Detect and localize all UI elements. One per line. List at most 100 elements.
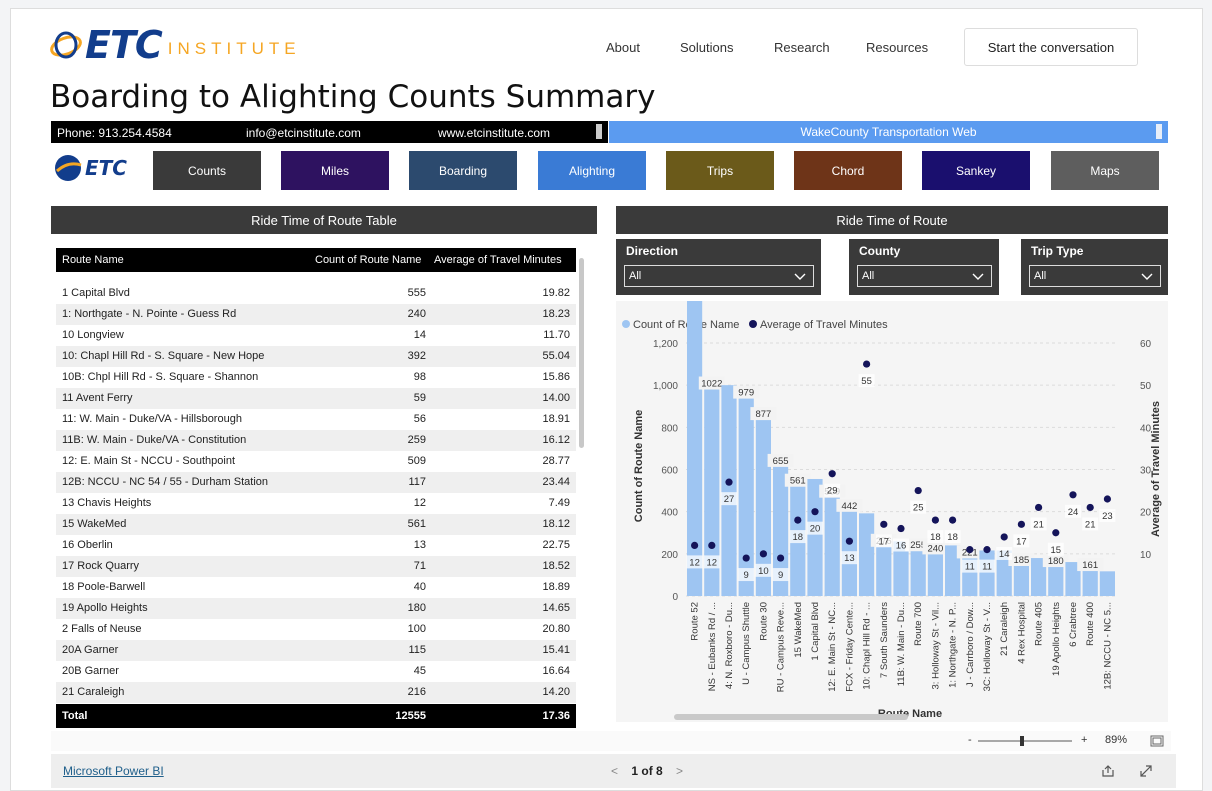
- table-row[interactable]: 17 Rock Quarry 71 18.52: [56, 556, 576, 577]
- wake-transportation-banner[interactable]: WakeCounty Transportation Web: [609, 121, 1168, 143]
- direction-dropdown[interactable]: All: [624, 265, 814, 287]
- col-route-name[interactable]: Route Name: [62, 254, 124, 266]
- contact-web[interactable]: www.etcinstitute.com: [438, 126, 550, 140]
- table-row[interactable]: 1 Capital Blvd 555 19.82: [56, 283, 576, 304]
- nav-button-chord[interactable]: Chord: [794, 151, 902, 190]
- route-name-cell: 10: Chapl Hill Rd - S. Square - New Hope: [62, 350, 265, 362]
- fullscreen-icon[interactable]: [1139, 764, 1153, 778]
- ride-time-chart[interactable]: Count of Route Name Average of Travel Min…: [616, 301, 1168, 722]
- nav-about[interactable]: About: [606, 40, 640, 55]
- nav-button-maps[interactable]: Maps: [1051, 151, 1159, 190]
- dot: [1069, 491, 1077, 499]
- dot: [863, 360, 871, 368]
- table-row[interactable]: 2 Falls of Neuse 100 20.80: [56, 619, 576, 640]
- y-tick-label: 1,000: [653, 381, 678, 392]
- dot-data-label: 21: [1033, 519, 1044, 530]
- route-name-cell: 12: E. Main St - NCCU - Southpoint: [62, 455, 236, 467]
- route-name-cell: 11: W. Main - Duke/VA - Hillsborough: [62, 413, 242, 425]
- microsoft-power-bi-link[interactable]: Microsoft Power BI: [63, 764, 164, 778]
- count-cell: 115: [408, 644, 426, 656]
- x-tick-label: 15 WakeMed: [793, 602, 804, 658]
- nav-resources[interactable]: Resources: [866, 40, 928, 55]
- avg-minutes-cell: 14.20: [542, 686, 570, 698]
- table-row[interactable]: 10 Longview 14 11.70: [56, 325, 576, 346]
- contact-email[interactable]: info@etcinstitute.com: [246, 126, 361, 140]
- avg-minutes-cell: 18.89: [542, 581, 570, 593]
- dot: [966, 546, 974, 554]
- scrollbar[interactable]: [596, 124, 602, 139]
- table-row[interactable]: 1: Northgate - N. Pointe - Guess Rd 240 18…: [56, 304, 576, 325]
- etc-small-logo[interactable]: ETC: [53, 151, 127, 185]
- x-tick-label: J - Carrboro / Dow...: [965, 602, 976, 687]
- route-name-cell: 10B: Chpl Hill Rd - S. Square - Shannon: [62, 371, 259, 383]
- x-tick-label: Route 400: [1085, 602, 1096, 646]
- table-row[interactable]: 20A Garner 115 15.41: [56, 640, 576, 661]
- share-icon[interactable]: [1101, 764, 1115, 778]
- small-logo-text: ETC: [85, 156, 127, 180]
- nav-button-trips[interactable]: Trips: [666, 151, 774, 190]
- avg-minutes-cell: 11.70: [543, 329, 570, 341]
- nav-button-sankey[interactable]: Sankey: [922, 151, 1030, 190]
- bar: [721, 385, 737, 596]
- nav-research[interactable]: Research: [774, 40, 830, 55]
- bar: [979, 550, 995, 596]
- zoom-in-button[interactable]: +: [1081, 734, 1087, 746]
- nav-button-miles[interactable]: Miles: [281, 151, 389, 190]
- trip-type-label: Trip Type: [1031, 244, 1084, 258]
- x-tick-label: 3C: Holloway St - V...: [982, 602, 993, 691]
- dot: [845, 537, 853, 545]
- zoom-out-button[interactable]: -: [968, 734, 972, 746]
- powerbi-footer: Microsoft Power BI < 1 of 8 >: [51, 754, 1176, 788]
- scrollbar[interactable]: [1156, 124, 1162, 139]
- table-row[interactable]: 12: E. Main St - NCCU - Southpoint 509 28.…: [56, 451, 576, 472]
- chart-horizontal-scrollbar[interactable]: [674, 714, 908, 720]
- nav-button-alighting[interactable]: Alighting: [538, 151, 646, 190]
- bar-data-label: 561: [790, 476, 806, 487]
- avg-minutes-cell: 18.12: [542, 518, 570, 530]
- table-row[interactable]: 15 WakeMed 561 18.12: [56, 514, 576, 535]
- site-navbar: ETC INSTITUTE About Solutions Research R…: [11, 9, 1204, 83]
- next-page-button[interactable]: >: [676, 764, 683, 778]
- table-row[interactable]: 16 Oberlin 13 22.75: [56, 535, 576, 556]
- table-row[interactable]: 11 Avent Ferry 59 14.00: [56, 388, 576, 409]
- dot: [1086, 503, 1094, 512]
- y-tick-label: 600: [661, 466, 678, 477]
- trip-type-dropdown[interactable]: All: [1029, 265, 1161, 287]
- x-tick-label: 10: Chapl Hill Rd - ...: [862, 602, 873, 690]
- nav-button-counts[interactable]: Counts: [153, 151, 261, 190]
- dot-data-label: 12: [707, 557, 718, 568]
- table-scrollbar[interactable]: [579, 258, 584, 448]
- table-row[interactable]: 19 Apollo Heights 180 14.65: [56, 598, 576, 619]
- globe-icon: [55, 155, 82, 181]
- dot-data-label: 11: [965, 562, 975, 573]
- zoom-slider[interactable]: [976, 735, 1074, 747]
- x-tick-label: Route 700: [913, 602, 924, 646]
- nav-button-boarding[interactable]: Boarding: [409, 151, 517, 190]
- start-conversation-button[interactable]: Start the conversation: [964, 28, 1138, 66]
- bar-data-label: 1022: [701, 379, 722, 390]
- table-row[interactable]: 10: Chapl Hill Rd - S. Square - New Hope…: [56, 346, 576, 367]
- table-row[interactable]: 21 Caraleigh 216 14.20: [56, 682, 576, 703]
- combo-chart-svg[interactable]: Count of Route Name Average of Travel Min…: [616, 301, 1168, 722]
- table-row[interactable]: 13 Chavis Heights 12 7.49: [56, 493, 576, 514]
- table-row[interactable]: 20B Garner 45 16.64: [56, 661, 576, 682]
- table-row[interactable]: 12B: NCCU - NC 54 / 55 - Durham Station 1…: [56, 472, 576, 493]
- table-row[interactable]: 11B: W. Main - Duke/VA - Constitution 259…: [56, 430, 576, 451]
- nav-solutions[interactable]: Solutions: [680, 40, 733, 55]
- prev-page-button[interactable]: <: [611, 764, 618, 778]
- col-avg-minutes[interactable]: Average of Travel Minutes: [434, 254, 562, 266]
- table-row[interactable]: 11: W. Main - Duke/VA - Hillsborough 56 18…: [56, 409, 576, 430]
- table-row[interactable]: 10B: Chpl Hill Rd - S. Square - Shannon 9…: [56, 367, 576, 388]
- x-tick-label: 7 South Saunders: [879, 602, 890, 678]
- count-cell: 259: [407, 434, 426, 446]
- col-count[interactable]: Count of Route Name: [315, 254, 421, 266]
- pager: < 1 of 8 >: [601, 764, 693, 778]
- wake-title: WakeCounty Transportation Web: [800, 125, 977, 139]
- table-row[interactable]: 18 Poole-Barwell 40 18.89: [56, 577, 576, 598]
- county-dropdown[interactable]: All: [857, 265, 992, 287]
- etc-institute-logo[interactable]: ETC INSTITUTE: [49, 23, 301, 67]
- y-tick-label: 200: [661, 550, 678, 561]
- fit-to-page-icon[interactable]: [1150, 735, 1164, 747]
- dot: [1103, 495, 1111, 503]
- x-tick-label: FCX - Friday Cente...: [844, 602, 855, 692]
